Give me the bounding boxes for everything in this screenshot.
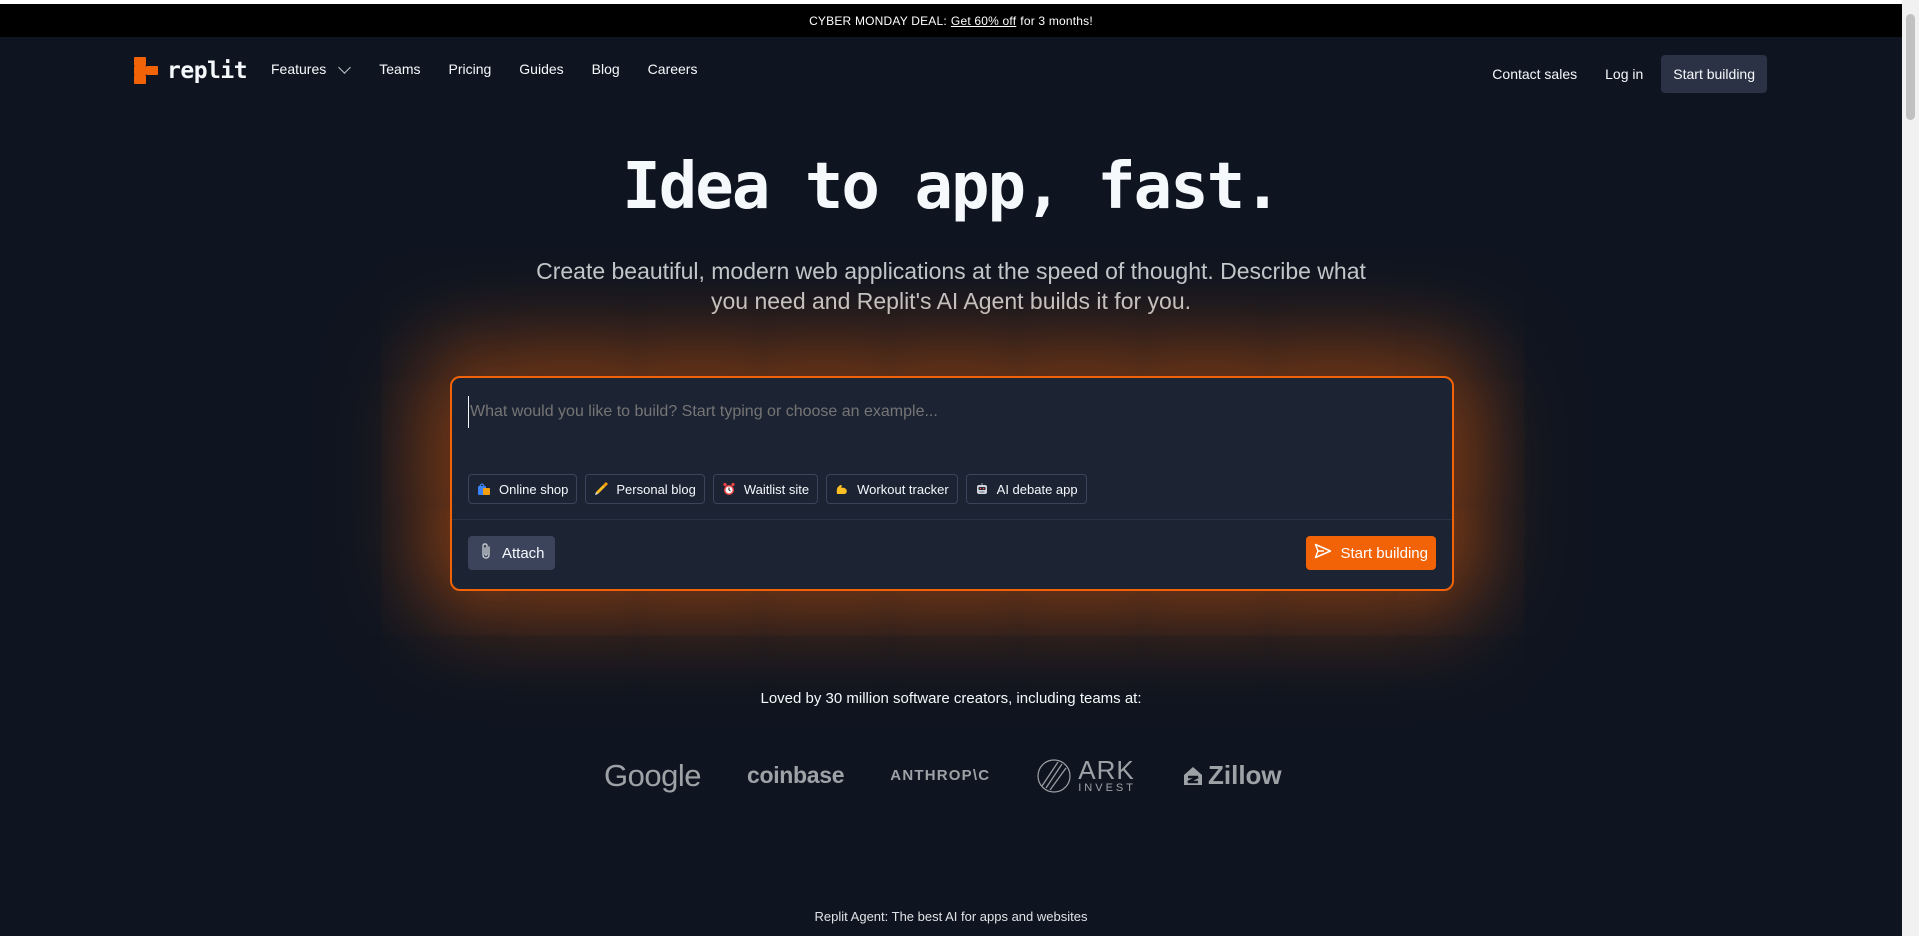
nav-start-building-button[interactable]: Start building [1661,55,1767,93]
chip-online-shop[interactable]: Online shop [468,474,578,504]
replit-wordmark: replit [167,57,248,84]
nav-pricing[interactable]: Pricing [448,61,491,77]
customer-logos: Google coinbase ANTHROP\C ARK INVEST Zil… [604,757,1282,794]
promo-banner: CYBER MONDAY DEAL: Get 60% off for 3 mon… [0,4,1902,37]
hero-subtitle: Create beautiful, modern web application… [536,258,1366,314]
zillow-wordmark: Zillow [1207,760,1282,790]
ark-invest-logo: ARK INVEST [1036,757,1136,794]
nav-careers[interactable]: Careers [648,61,698,77]
attach-button[interactable]: Attach [468,536,555,570]
agent-teaser: Replit Agent: The best AI for apps and w… [814,909,1088,924]
flexed-biceps-icon [835,482,849,496]
chip-label: Workout tracker [857,481,949,497]
main-nav-links: Features Teams Pricing Guides Blog Caree… [271,60,725,77]
alarm-clock-icon [722,482,736,496]
coinbase-logo: coinbase [746,762,845,788]
zillow-house-icon [1183,766,1202,785]
send-icon [1314,543,1332,563]
scrollbar-thumb[interactable] [1906,14,1915,120]
zillow-logo: Zillow [1182,760,1282,791]
invest-wordmark: INVEST [1078,782,1136,794]
chevron-down-icon [338,60,352,74]
top-nav: replit Features Teams Pricing Guides Blo… [0,37,1902,107]
paperclip-icon [478,542,494,564]
nav-guides[interactable]: Guides [519,61,563,77]
hero-title: Idea to app, fast. [622,150,1282,224]
nav-features[interactable]: Features [271,60,352,77]
promo-suffix: for 3 months! [1020,13,1093,28]
nav-blog[interactable]: Blog [592,61,620,77]
chip-personal-blog[interactable]: Personal blog [585,474,705,504]
nav-actions: Contact sales Log in Start building [1492,55,1767,93]
ark-wordmark: ARK [1078,755,1135,785]
chip-waitlist-site[interactable]: Waitlist site [712,474,819,504]
nav-features-label: Features [271,61,327,77]
login-link[interactable]: Log in [1605,66,1643,82]
replit-logo[interactable]: replit [134,57,248,84]
chip-label: Waitlist site [743,481,810,497]
contact-sales-link[interactable]: Contact sales [1492,66,1577,82]
browser-viewport: CYBER MONDAY DEAL: Get 60% off for 3 mon… [0,0,1902,936]
chip-workout-tracker[interactable]: Workout tracker [826,474,958,504]
chip-label: AI debate app [996,481,1078,497]
promo-prefix: CYBER MONDAY DEAL: [809,13,947,28]
anthropic-logo: ANTHROP\C [890,767,991,784]
writing-hand-icon [594,482,609,496]
chip-label: Online shop [499,481,569,497]
google-logo: Google [604,757,701,793]
start-building-button[interactable]: Start building [1306,536,1436,570]
shopping-bags-icon [477,482,491,496]
nav-teams[interactable]: Teams [379,61,420,77]
ark-emblem-icon [1037,758,1071,793]
prompt-box: Online shop Personal blog Waitlist site … [450,376,1454,591]
social-proof-text: Loved by 30 million software creators, i… [760,690,1142,707]
start-building-label: Start building [1340,544,1428,562]
prompt-input[interactable] [468,396,1432,428]
prompt-divider [452,519,1452,520]
robot-icon [975,482,989,496]
example-chips: Online shop Personal blog Waitlist site … [468,474,1087,504]
chip-ai-debate-app[interactable]: AI debate app [965,474,1087,504]
chip-label: Personal blog [616,481,696,497]
page-scrollbar[interactable] [1902,0,1919,936]
replit-logo-icon [134,57,159,84]
attach-label: Attach [502,544,545,562]
promo-link[interactable]: Get 60% off [951,14,1016,28]
